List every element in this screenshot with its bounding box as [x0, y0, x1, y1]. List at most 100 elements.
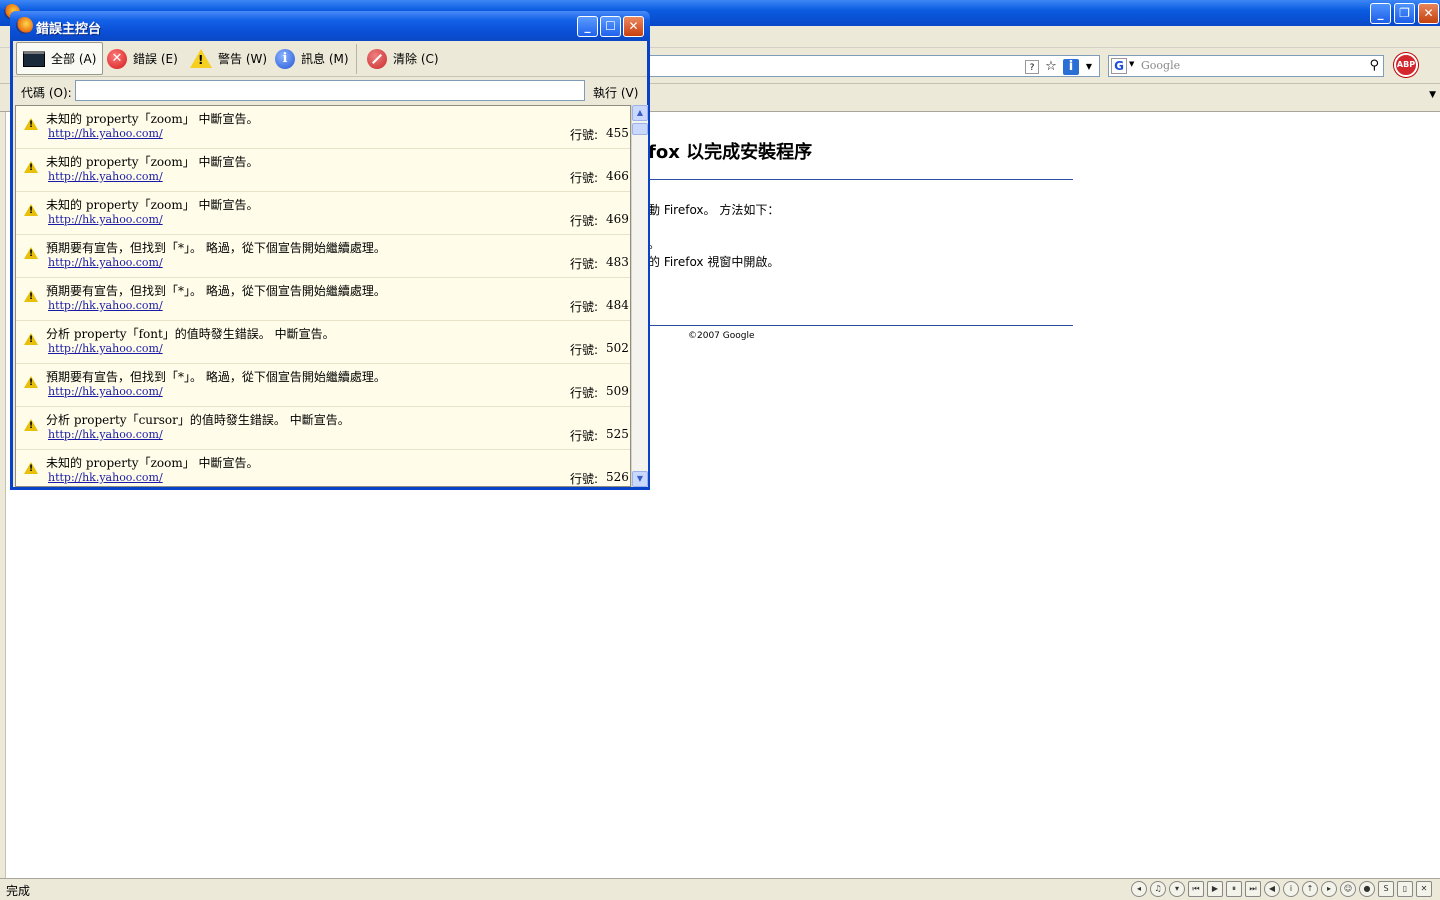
message-text: 分析 property「font」的值時發生錯誤。 中斷宣告。: [46, 327, 335, 341]
filter-errors-button[interactable]: ✕ 錯誤 (E): [101, 42, 184, 75]
arrow-right-icon[interactable]: ▸: [1321, 881, 1337, 897]
clear-icon: [367, 48, 387, 69]
filter-all-button[interactable]: 全部 (A): [16, 42, 104, 75]
play-icon[interactable]: ▶: [1207, 881, 1223, 897]
browser-minimize-button[interactable]: _: [1370, 3, 1391, 24]
info-icon[interactable]: i: [1063, 59, 1079, 75]
source-link[interactable]: http://hk.yahoo.com/: [48, 342, 163, 355]
page-icon[interactable]: ▯: [1397, 881, 1413, 897]
skip-forward-icon[interactable]: ⏭: [1245, 881, 1261, 897]
source-link[interactable]: http://hk.yahoo.com/: [48, 127, 163, 140]
search-box[interactable]: G ▼ Google ⚲: [1108, 55, 1384, 77]
adblock-plus-button[interactable]: ABP: [1394, 53, 1418, 77]
media-player-icon[interactable]: ▾: [1169, 881, 1185, 897]
extension-icon[interactable]: ✕: [1416, 881, 1432, 897]
filter-warnings-button[interactable]: 警告 (W): [184, 42, 273, 75]
info-icon: i: [275, 48, 295, 69]
filter-messages-button[interactable]: i 訊息 (M): [269, 42, 355, 75]
help-icon[interactable]: ?: [1025, 60, 1039, 74]
warning-icon: [24, 247, 38, 259]
message-list[interactable]: 未知的 property「zoom」 中斷宣告。http://hk.yahoo.…: [15, 105, 631, 487]
warning-icon: [24, 462, 38, 474]
browser-close-button[interactable]: ✕: [1418, 3, 1439, 24]
engine-dropdown-icon[interactable]: ▼: [1129, 60, 1134, 68]
line-number: 483: [606, 255, 629, 269]
console-message-row[interactable]: 預期要有宣告，但找到「*」。 略過，從下個宣告開始繼續處理。http://hk.…: [16, 235, 630, 278]
line-number: 509: [606, 384, 629, 398]
warning-icon: [24, 419, 38, 431]
line-label: 行號:: [570, 386, 599, 400]
skip-back-icon[interactable]: ⏮: [1188, 881, 1204, 897]
line-number: 526: [606, 470, 629, 484]
message-text: 預期要有宣告，但找到「*」。 略過，從下個宣告開始繼續處理。: [46, 241, 386, 255]
console-message-row[interactable]: 預期要有宣告，但找到「*」。 略過，從下個宣告開始繼續處理。http://hk.…: [16, 278, 630, 321]
console-message-row[interactable]: 分析 property「font」的值時發生錯誤。 中斷宣告。http://hk…: [16, 321, 630, 364]
source-link[interactable]: http://hk.yahoo.com/: [48, 428, 163, 441]
browser-restore-button[interactable]: ❐: [1394, 3, 1415, 24]
message-list-scrollbar[interactable]: ▲ ▼: [631, 105, 648, 487]
arrow-left-icon[interactable]: ◂: [1131, 881, 1147, 897]
message-text: 預期要有宣告，但找到「*」。 略過，從下個宣告開始繼續處理。: [46, 370, 386, 384]
console-close-button[interactable]: ✕: [623, 16, 644, 37]
info-icon[interactable]: i: [1283, 881, 1299, 897]
search-icon[interactable]: ⚲: [1369, 58, 1379, 73]
filter-all-label: 全部 (A): [51, 52, 97, 66]
page-divider: [648, 325, 1073, 326]
console-message-row[interactable]: 預期要有宣告，但找到「*」。 略過，從下個宣告開始繼續處理。http://hk.…: [16, 364, 630, 407]
google-engine-icon[interactable]: G: [1111, 58, 1127, 74]
status-bar-icons: ◂ ♫ ▾ ⏮ ▶ ⏸ ⏭ ◀ i ↑ ▸ ☺ ● S ▯ ✕: [1131, 881, 1432, 897]
console-message-row[interactable]: 分析 property「cursor」的值時發生錯誤。 中斷宣告。http://…: [16, 407, 630, 450]
console-titlebar[interactable]: 錯誤主控台 _ ☐ ✕: [10, 11, 650, 41]
scroll-up-icon[interactable]: ▲: [632, 105, 648, 121]
source-link[interactable]: http://hk.yahoo.com/: [48, 256, 163, 269]
upload-icon[interactable]: ↑: [1302, 881, 1318, 897]
line-number: 525: [606, 427, 629, 441]
source-link[interactable]: http://hk.yahoo.com/: [48, 170, 163, 183]
s-extension-icon[interactable]: S: [1378, 881, 1394, 897]
status-text: 完成: [6, 884, 31, 898]
code-input[interactable]: [75, 80, 585, 101]
warning-icon: [24, 290, 38, 302]
source-link[interactable]: http://hk.yahoo.com/: [48, 213, 163, 226]
error-console-window: 錯誤主控台 _ ☐ ✕ 全部 (A) ✕ 錯誤 (E) 警告 (W) i 訊息 …: [10, 11, 650, 490]
line-label: 行號:: [570, 343, 599, 357]
console-maximize-button[interactable]: ☐: [600, 16, 621, 37]
firefox-status-icon[interactable]: ●: [1359, 881, 1375, 897]
line-label: 行號:: [570, 472, 599, 486]
warning-icon: [24, 376, 38, 388]
console-message-row[interactable]: 未知的 property「zoom」 中斷宣告。http://hk.yahoo.…: [16, 450, 630, 486]
scroll-down-icon[interactable]: ▼: [632, 471, 648, 487]
message-text: 未知的 property「zoom」 中斷宣告。: [46, 198, 259, 212]
url-dropdown-icon[interactable]: ▼: [1081, 59, 1097, 75]
tab-list-dropdown-icon[interactable]: ▼: [1429, 90, 1436, 100]
page-copyright: ©2007 Google: [688, 331, 755, 341]
pause-icon[interactable]: ⏸: [1226, 881, 1242, 897]
scroll-thumb[interactable]: [632, 123, 648, 135]
warning-icon: [190, 49, 212, 68]
page-text-line: 動 Firefox。 方法如下：: [648, 203, 780, 217]
bookmark-star-icon[interactable]: ☆: [1043, 59, 1059, 75]
music-icon[interactable]: ♫: [1150, 881, 1166, 897]
code-bar: 代碼 (O): 執行 (V): [13, 77, 647, 105]
line-label: 行號:: [570, 171, 599, 185]
line-label: 行號:: [570, 128, 599, 142]
greasemonkey-icon[interactable]: ☺: [1340, 881, 1356, 897]
execute-button[interactable]: 執行 (V): [593, 84, 638, 101]
message-text: 未知的 property「zoom」 中斷宣告。: [46, 456, 259, 470]
warning-icon: [24, 333, 38, 345]
url-bar[interactable]: ? ☆ i ▼: [640, 55, 1100, 77]
filter-errors-label: 錯誤 (E): [133, 52, 178, 66]
console-minimize-button[interactable]: _: [577, 16, 598, 37]
code-label: 代碼 (O):: [21, 86, 72, 100]
source-link[interactable]: http://hk.yahoo.com/: [48, 385, 163, 398]
page-divider: [648, 179, 1073, 180]
source-link[interactable]: http://hk.yahoo.com/: [48, 299, 163, 312]
console-message-row[interactable]: 未知的 property「zoom」 中斷宣告。http://hk.yahoo.…: [16, 192, 630, 235]
source-link[interactable]: http://hk.yahoo.com/: [48, 471, 163, 484]
toolbar-separator: [356, 44, 357, 74]
volume-icon[interactable]: ◀: [1264, 881, 1280, 897]
console-message-row[interactable]: 未知的 property「zoom」 中斷宣告。http://hk.yahoo.…: [16, 106, 630, 149]
line-label: 行號:: [570, 257, 599, 271]
clear-button[interactable]: 清除 (C): [361, 42, 445, 75]
console-message-row[interactable]: 未知的 property「zoom」 中斷宣告。http://hk.yahoo.…: [16, 149, 630, 192]
